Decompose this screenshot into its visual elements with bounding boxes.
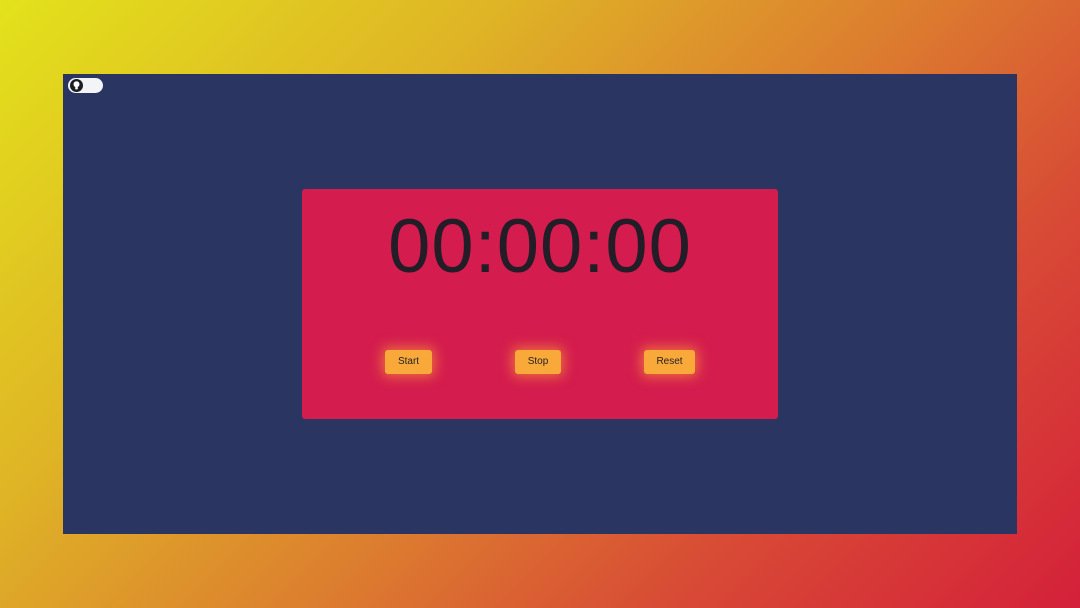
theme-toggle[interactable] xyxy=(68,78,103,93)
app-frame: 00:00:00 Start Stop Reset xyxy=(63,74,1017,534)
toggle-knob xyxy=(70,79,83,92)
time-display: 00:00:00 xyxy=(388,204,692,289)
reset-button[interactable]: Reset xyxy=(644,350,695,374)
stop-button[interactable]: Stop xyxy=(515,350,561,374)
bulb-icon xyxy=(73,81,80,90)
stopwatch-card: 00:00:00 Start Stop Reset xyxy=(302,189,778,419)
start-button[interactable]: Start xyxy=(385,350,432,374)
